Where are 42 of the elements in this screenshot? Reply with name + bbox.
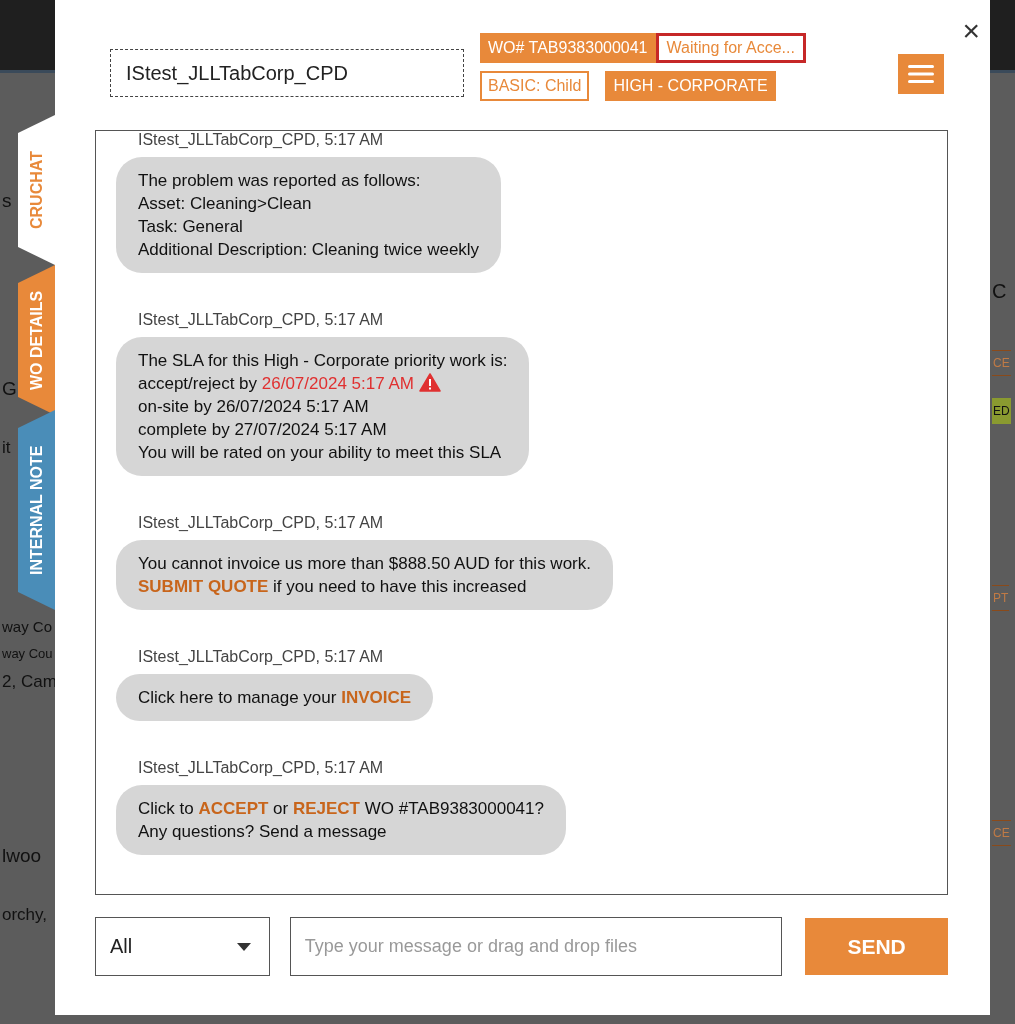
requester-field: IStest_JLLTabCorp_CPD: [110, 49, 464, 97]
menu-icon: [907, 64, 934, 84]
message-sender: IStest_JLLTabCorp_CPD, 5:17 AM: [137, 131, 385, 149]
message-sender: IStest_JLLTabCorp_CPD, 5:17 AM: [137, 648, 385, 666]
message-text: The SLA for this High - Corporate priority work is: accept/reject by 26/07/2024 5:17 AM on-site by 26/07/2024 5:17 AM complete by 27/07/2024 5:17 AM You will be rated on your ability to meet this SLA: [138, 350, 508, 464]
background-text: it: [2, 438, 11, 458]
message-sender: IStest_JLLTabCorp_CPD, 5:17 AM: [137, 759, 385, 777]
background-text: CE: [992, 350, 1011, 376]
side-tab[interactable]: CRUCHAT: [18, 115, 55, 265]
work-order-badge: WO# TAB9383000041: [480, 33, 656, 63]
menu-button[interactable]: [897, 54, 944, 94]
message-input[interactable]: Type your message or drag and drop files: [289, 917, 783, 976]
filter-dropdown[interactable]: All: [95, 917, 270, 976]
type-tag: BASIC: Child: [480, 71, 590, 101]
message-text: The problem was reported as follows: Asset: Cleaning>Clean Task: General Additional Description: Cleaning twice weekly: [138, 170, 480, 261]
message-text: Click here to manage your INVOICE: [138, 687, 412, 709]
close-button[interactable]: ×: [962, 16, 980, 46]
background-text: G: [2, 378, 17, 400]
status-badge: Waiting for Acce...: [655, 33, 806, 63]
message-link[interactable]: INVOICE: [341, 688, 412, 707]
background-text: PT: [992, 585, 1010, 611]
background-text: ED: [992, 398, 1011, 424]
message-link[interactable]: SUBMIT QUOTE: [138, 577, 269, 596]
message-link[interactable]: REJECT: [292, 799, 360, 818]
caret-icon: [236, 942, 251, 951]
background-text: s: [2, 190, 12, 212]
background-text: way Cou: [2, 646, 53, 661]
background-text: lwoo: [2, 845, 42, 867]
message-text: You cannot invoice us more than $888.50 AUD for this work. SUBMIT QUOTE if you need to have this increased: [138, 553, 591, 598]
message-sender: IStest_JLLTabCorp_CPD, 5:17 AM: [137, 514, 385, 532]
side-tab[interactable]: WO DETAILS: [18, 265, 55, 415]
priority-tag: HIGH - CORPORATE: [605, 71, 776, 101]
send-button[interactable]: SEND: [805, 918, 948, 975]
background-text: orchy,: [2, 905, 48, 925]
background-text: way Co: [2, 618, 53, 635]
message-link[interactable]: ACCEPT: [198, 799, 269, 818]
background-text: CE: [992, 820, 1011, 846]
side-tab[interactable]: INTERNAL NOTE: [18, 410, 55, 610]
message-sender: IStest_JLLTabCorp_CPD, 5:17 AM: [137, 311, 385, 329]
warning-icon: [418, 373, 441, 392]
background-text: C: [992, 280, 1007, 303]
message-text: Click to ACCEPT or REJECT WO #TAB9383000041? Any questions? Send a message: [138, 798, 544, 843]
